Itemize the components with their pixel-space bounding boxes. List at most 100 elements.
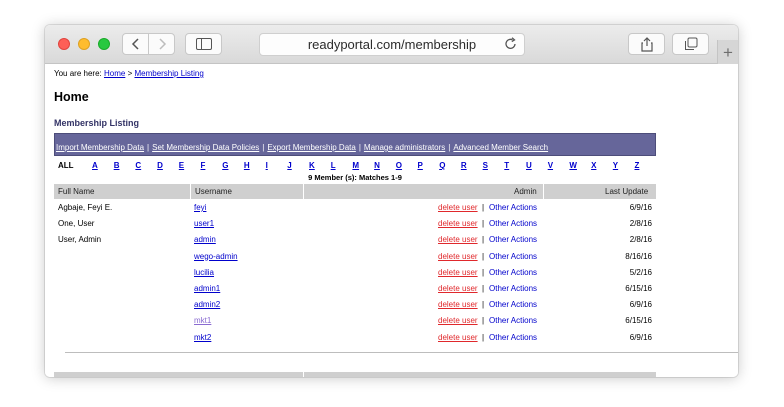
username-link[interactable]: admin2 <box>194 300 220 309</box>
browser-toolbar: readyportal.com/membership + <box>45 25 738 64</box>
delete-user-link[interactable]: delete user <box>438 235 478 244</box>
match-count: 9 Member (s): Matches 1-9 <box>308 173 402 182</box>
column-header-admin: Admin <box>514 187 537 196</box>
username-link[interactable]: user1 <box>194 219 214 228</box>
maximize-window-button[interactable] <box>98 38 110 50</box>
admin-link-advanced-member-search[interactable]: Advanced Member Search <box>453 143 548 152</box>
admin-link-import-membership-data[interactable]: Import Membership Data <box>56 143 144 152</box>
delete-user-link[interactable]: delete user <box>438 316 478 325</box>
filter-letter-n[interactable]: N <box>374 161 380 170</box>
filter-letter-j[interactable]: J <box>287 161 291 170</box>
filter-letter-r[interactable]: R <box>461 161 467 170</box>
horizontal-rule <box>65 352 738 353</box>
other-actions-link[interactable]: Other Actions <box>489 284 537 293</box>
browser-window: readyportal.com/membership + You are her… <box>45 25 738 377</box>
breadcrumb-home-link[interactable]: Home <box>104 69 125 78</box>
other-actions-link[interactable]: Other Actions <box>489 235 537 244</box>
filter-letter-x[interactable]: X <box>591 161 596 170</box>
delete-user-link[interactable]: delete user <box>438 203 478 212</box>
filter-letter-d[interactable]: D <box>157 161 163 170</box>
filter-letter-e[interactable]: E <box>179 161 184 170</box>
delete-user-link[interactable]: delete user <box>438 333 478 342</box>
pipe-separator: | <box>482 235 485 245</box>
show-tabs-button[interactable] <box>672 33 709 55</box>
username-link[interactable]: lucilia <box>194 268 214 277</box>
filter-letter-m[interactable]: M <box>352 161 359 170</box>
filter-letter-q[interactable]: Q <box>439 161 445 170</box>
other-actions-link[interactable]: Other Actions <box>489 316 537 325</box>
username-link[interactable]: feyi <box>194 203 206 212</box>
other-actions-link[interactable]: Other Actions <box>489 333 537 342</box>
column-header-last-update[interactable]: Last Update <box>605 187 648 196</box>
username-link[interactable]: mkt1 <box>194 316 211 325</box>
pipe-separator: | <box>482 332 485 342</box>
breadcrumb: You are here: Home > Membership Listing <box>54 69 204 78</box>
column-header-username[interactable]: Username <box>195 187 232 196</box>
close-window-button[interactable] <box>58 38 70 50</box>
minimize-window-button[interactable] <box>78 38 90 50</box>
filter-all[interactable]: ALL <box>58 161 74 170</box>
share-icon <box>640 36 653 52</box>
other-actions-link[interactable]: Other Actions <box>489 203 537 212</box>
other-actions-link[interactable]: Other Actions <box>489 300 537 309</box>
delete-user-link[interactable]: delete user <box>438 268 478 277</box>
delete-user-link[interactable]: delete user <box>438 300 478 309</box>
filter-letter-u[interactable]: U <box>526 161 532 170</box>
admin-link-set-membership-data-policies[interactable]: Set Membership Data Policies <box>152 143 259 152</box>
delete-user-link[interactable]: delete user <box>438 219 478 228</box>
admin-link-export-membership-data[interactable]: Export Membership Data <box>267 143 355 152</box>
delete-user-link[interactable]: delete user <box>438 252 478 261</box>
column-header-full-name[interactable]: Full Name <box>58 187 94 196</box>
last-update-cell: 2/8/16 <box>629 235 652 245</box>
filter-letter-l[interactable]: L <box>331 161 336 170</box>
full-name-cell: Agbaje, Feyi E. <box>58 203 113 212</box>
column-divider <box>543 184 544 199</box>
filter-letter-o[interactable]: O <box>396 161 402 170</box>
back-button[interactable] <box>122 33 149 55</box>
filter-letter-g[interactable]: G <box>222 161 228 170</box>
other-actions-link[interactable]: Other Actions <box>489 252 537 261</box>
filter-letter-a[interactable]: A <box>92 161 98 170</box>
url-text: readyportal.com/membership <box>307 37 477 52</box>
breadcrumb-membership-link[interactable]: Membership Listing <box>134 69 203 78</box>
last-update-cell: 6/9/16 <box>629 300 652 310</box>
username-link[interactable]: admin <box>194 235 216 244</box>
filter-letter-w[interactable]: W <box>569 161 577 170</box>
filter-letter-k[interactable]: K <box>309 161 315 170</box>
link-separator: | <box>147 143 150 152</box>
filter-letter-v[interactable]: V <box>548 161 553 170</box>
reload-icon[interactable] <box>504 37 518 51</box>
filter-letter-z[interactable]: Z <box>635 161 640 170</box>
username-link[interactable]: admin1 <box>194 284 220 293</box>
new-tab-button[interactable]: + <box>717 40 738 64</box>
table-row: lucilia delete user | Other Actions 5/2/16 <box>54 265 656 281</box>
filter-letter-p[interactable]: P <box>418 161 423 170</box>
username-link[interactable]: wego-admin <box>194 252 238 261</box>
plus-icon: + <box>723 42 733 62</box>
link-separator: | <box>262 143 265 152</box>
table-row: admin1 delete user | Other Actions 6/15/16 <box>54 281 656 297</box>
pipe-separator: | <box>482 267 485 277</box>
forward-button[interactable] <box>148 33 175 55</box>
filter-letter-b[interactable]: B <box>114 161 120 170</box>
link-separator: | <box>448 143 451 152</box>
address-bar[interactable]: readyportal.com/membership <box>259 33 525 56</box>
other-actions-link[interactable]: Other Actions <box>489 219 537 228</box>
filter-letter-s[interactable]: S <box>483 161 488 170</box>
pipe-separator: | <box>482 316 485 326</box>
column-divider <box>190 184 191 199</box>
filter-letter-t[interactable]: T <box>504 161 509 170</box>
filter-letter-i[interactable]: I <box>266 161 268 170</box>
filter-letter-h[interactable]: H <box>244 161 250 170</box>
filter-letter-f[interactable]: F <box>201 161 206 170</box>
members-table-footer <box>54 372 656 377</box>
admin-link-manage-administrators[interactable]: Manage administrators <box>364 143 445 152</box>
delete-user-link[interactable]: delete user <box>438 284 478 293</box>
other-actions-link[interactable]: Other Actions <box>489 268 537 277</box>
share-button[interactable] <box>628 33 665 55</box>
username-link[interactable]: mkt2 <box>194 333 211 342</box>
last-update-cell: 6/9/16 <box>629 332 652 342</box>
filter-letter-c[interactable]: C <box>135 161 141 170</box>
filter-letter-y[interactable]: Y <box>613 161 618 170</box>
sidebar-toggle-button[interactable] <box>185 33 222 55</box>
